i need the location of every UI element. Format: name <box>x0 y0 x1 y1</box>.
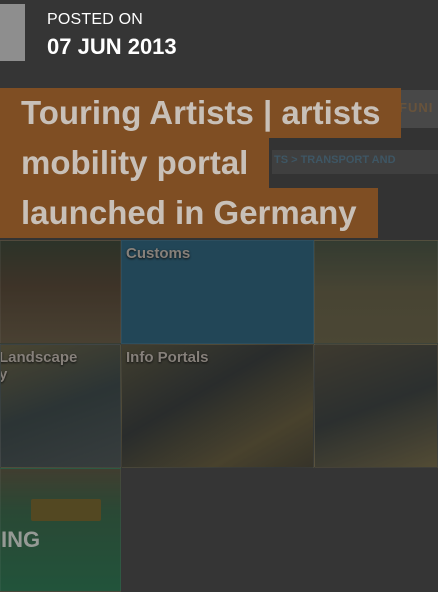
post-date: 07 JUN 2013 <box>47 34 177 59</box>
post-title[interactable]: Touring Artists | artists mobility porta… <box>0 88 402 238</box>
post-title-line[interactable]: mobility portal <box>0 138 270 188</box>
post-title-line[interactable]: Touring Artists | artists <box>0 88 402 138</box>
date-accent-bar <box>0 4 25 61</box>
post-title-line[interactable]: launched in Germany <box>0 188 378 238</box>
posted-on-label: POSTED ON <box>47 11 144 28</box>
